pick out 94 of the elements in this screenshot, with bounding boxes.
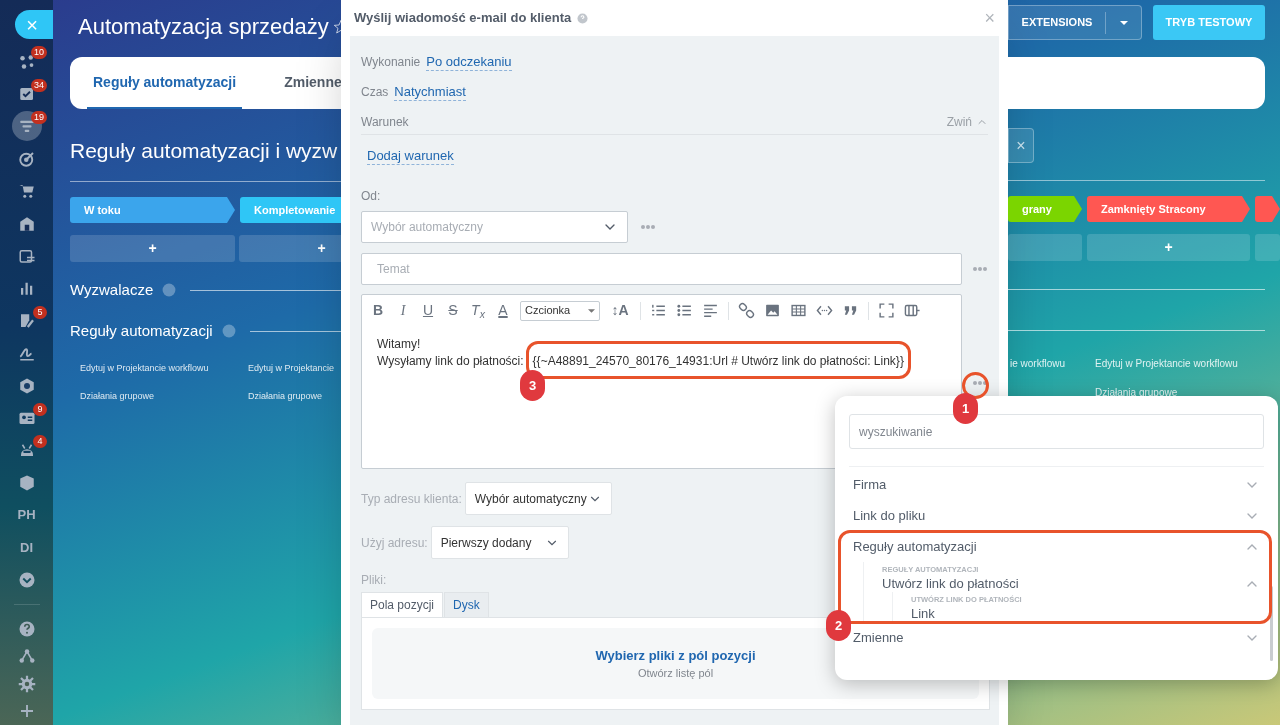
more-button[interactable] — [972, 380, 988, 386]
editor-text-line: Wysyłamy link do płatności: {{~A48891_24570_80176_14931:Url # Utwórz link do płatności: Link}} — [377, 353, 905, 370]
address-select[interactable]: Pierwszy dodany — [430, 526, 569, 559]
chevron-down-icon — [17, 570, 36, 589]
group-actions-link[interactable]: Działania grupowe — [80, 389, 238, 403]
choose-files-link[interactable]: Wybierz pliki z pól pozycji — [595, 645, 756, 665]
edit-link[interactable]: Edytuj w Projektancie workflowu — [80, 362, 238, 376]
tab[interactable]: Reguły automatyzacji — [87, 57, 243, 109]
file-tab[interactable]: Pola pozycji — [361, 592, 444, 618]
format-button[interactable]: A — [495, 300, 511, 321]
field-label: Typ adresu klienta: — [361, 490, 462, 508]
dots-icon — [640, 224, 656, 230]
help-icon — [17, 619, 36, 638]
fullscreen-icon — [878, 302, 895, 319]
file-tab[interactable]: Dysk — [444, 592, 489, 618]
field-label: Pliki: — [361, 572, 387, 589]
count-badge: 10 — [31, 46, 47, 60]
format-button[interactable]: U — [420, 300, 436, 321]
source-icon — [904, 302, 921, 319]
table-icon — [790, 302, 807, 319]
network-icon — [17, 647, 36, 666]
cube-icon — [17, 473, 36, 492]
stage-chip[interactable]: W toku — [70, 197, 235, 223]
section-title: Reguły automatyzacji — [70, 320, 213, 341]
clear-button[interactable]: × — [1008, 128, 1034, 163]
caret-icon — [1119, 20, 1128, 25]
field-label: Od: — [361, 188, 382, 205]
format-button[interactable]: I — [395, 300, 411, 321]
field-label: Warunek — [361, 113, 409, 131]
font-select[interactable]: Czcionka — [520, 300, 600, 321]
hexagon-icon — [17, 376, 36, 395]
settings-icon — [17, 674, 36, 693]
subject-field[interactable]: Temat — [361, 253, 962, 285]
more-button[interactable] — [972, 266, 988, 272]
nodes-icon — [17, 52, 36, 71]
edit-link[interactable]: Edytuj w Projektancie workflowu — [1095, 356, 1265, 371]
add-condition-link[interactable]: Dodaj warunek — [367, 148, 454, 165]
add-rule-button[interactable]: + — [239, 235, 341, 262]
page-title: Automatyzacja sprzedaży — [78, 13, 329, 41]
add-rule-button[interactable]: + — [1087, 234, 1250, 261]
dots-icon — [972, 266, 988, 272]
count-badge: 19 — [31, 111, 47, 125]
add-rule-button[interactable]: + — [70, 235, 235, 262]
section-heading: Reguły automatyzacji i wyzw — [70, 138, 339, 164]
format-button[interactable]: B — [370, 300, 386, 321]
stage-chip[interactable]: Zamknięty Stracony — [1087, 196, 1250, 222]
sidebar-item[interactable]: 10 — [0, 45, 53, 78]
field-label: Czas — [361, 84, 389, 101]
target-icon — [17, 149, 36, 168]
value-link[interactable]: Po odczekaniu — [426, 53, 512, 71]
more-button[interactable] — [640, 224, 656, 230]
extensions-button[interactable]: EXTENSIONS — [1008, 5, 1142, 40]
count-badge: 4 — [33, 435, 47, 449]
sidebar-item[interactable]: DI — [0, 531, 53, 564]
tree-item[interactable]: Reguły automatyzacji — [853, 531, 1260, 562]
tree-item[interactable]: Utwórz link do płatności — [882, 575, 1260, 592]
sidebar-item[interactable]: 4 — [0, 434, 53, 467]
count-badge: 34 — [31, 78, 47, 92]
caret-icon — [588, 308, 595, 313]
tab[interactable]: Zmienne — [278, 57, 341, 109]
image-icon — [764, 302, 781, 319]
help-icon — [162, 283, 177, 297]
format-button[interactable]: ↕A — [609, 300, 631, 321]
format-button[interactable]: T$_{x}$ — [470, 300, 486, 321]
tree-item[interactable]: Link — [911, 605, 1260, 622]
tree-item[interactable]: Firma — [853, 469, 1260, 500]
help-icon — [221, 324, 236, 338]
tree-item[interactable]: Link do pliku — [853, 500, 1260, 531]
field-label: Wykonanie — [361, 54, 421, 71]
dialog-title: Wyślij wiadomość e-mail do klienta — [354, 9, 572, 28]
link-icon — [738, 302, 755, 319]
help-icon — [577, 12, 589, 24]
edit-link[interactable]: ie workflowu — [1010, 356, 1095, 371]
address-type-select[interactable]: Wybór automatyczny — [464, 482, 612, 515]
section-title: Wyzwalacze — [70, 279, 154, 300]
edit-link[interactable]: Edytuj w Projektancie — [248, 362, 341, 376]
search-field[interactable]: wyszukiwanie — [849, 414, 1264, 449]
format-button[interactable]: S — [445, 300, 461, 321]
sidebar-item[interactable]: 34 — [0, 77, 53, 111]
count-badge: 5 — [33, 305, 47, 319]
sidebar-item[interactable]: PH — [0, 498, 53, 532]
tree-item[interactable]: Zmienne — [853, 622, 1260, 653]
sidebar-item[interactable]: 9 — [0, 401, 53, 435]
align-left-icon — [702, 302, 719, 319]
sidebar-item[interactable]: 5 — [0, 304, 53, 337]
count-badge: 9 — [33, 402, 47, 416]
calendar-icon — [17, 247, 36, 265]
hint-text: Otwórz listę pól — [637, 666, 714, 681]
editor-text-line: Witamy! — [377, 336, 422, 353]
value-link[interactable]: Natychmiast — [394, 83, 466, 101]
dots-icon — [972, 380, 988, 386]
bullet-list-icon — [676, 302, 693, 319]
field-label: Użyj adresu: — [361, 534, 428, 552]
group-actions-link[interactable]: Działania grupowe — [248, 389, 341, 403]
